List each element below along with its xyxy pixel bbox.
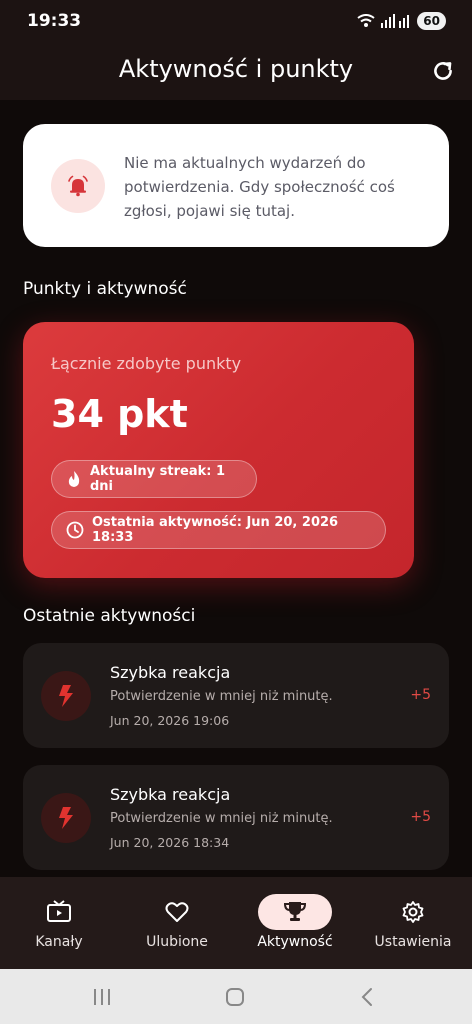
back-icon[interactable]	[360, 987, 374, 1007]
activity-item[interactable]: Szybka reakcja Potwierdzenie w mniej niż…	[23, 643, 449, 748]
streak-pill: Aktualny streak: 1 dni	[51, 460, 257, 498]
bell-icon	[68, 175, 88, 197]
no-events-card: Nie ma aktualnych wydarzeń do potwierdze…	[23, 124, 449, 247]
lightning-icon	[59, 807, 73, 829]
battery-indicator: 60	[417, 12, 446, 30]
last-activity-pill: Ostatnia aktywność: Jun 20, 2026 18:33	[51, 511, 386, 549]
activity-points: +5	[410, 687, 431, 703]
recent-apps-icon[interactable]	[92, 988, 112, 1006]
gear-icon	[402, 901, 424, 923]
nav-item-channels[interactable]: Kanały	[0, 877, 118, 969]
nav-label-settings: Ustawienia	[374, 934, 452, 950]
tv-icon	[47, 900, 71, 922]
last-activity-text: Ostatnia aktywność: Jun 20, 2026 18:33	[92, 515, 339, 545]
home-icon[interactable]	[225, 987, 245, 1007]
activity-title: Szybka reakcja	[110, 785, 231, 804]
nav-label-favorites: Ulubione	[146, 934, 208, 950]
status-time: 19:33	[27, 11, 82, 31]
activity-points: +5	[410, 809, 431, 825]
trophy-icon	[283, 902, 307, 921]
activity-description: Potwierdzenie w mniej niż minutę.	[110, 811, 333, 826]
status-bar: 19:33 60	[0, 0, 472, 44]
heart-icon	[165, 902, 189, 922]
nav-item-favorites[interactable]: Ulubione	[118, 877, 236, 969]
bell-badge	[51, 159, 105, 213]
no-events-text: Nie ma aktualnych wydarzeń do potwierdze…	[124, 154, 395, 220]
activity-date: Jun 20, 2026 18:34	[110, 835, 230, 850]
wifi-icon	[357, 14, 375, 27]
refresh-icon[interactable]	[430, 58, 456, 84]
flame-icon	[68, 471, 80, 487]
activity-title: Szybka reakcja	[110, 663, 231, 682]
nav-item-settings[interactable]: Ustawienia	[354, 877, 472, 969]
nav-label-channels: Kanały	[35, 934, 83, 950]
nav-item-activity[interactable]: Aktywność	[236, 877, 354, 969]
signal-icon	[381, 14, 410, 28]
activity-badge	[41, 671, 91, 721]
app-header: Aktywność i punkty	[0, 44, 472, 100]
points-section-title: Punkty i aktywność	[23, 279, 187, 299]
status-icons: 60	[357, 12, 446, 30]
total-points-value: 34 pkt	[51, 392, 188, 436]
activity-description: Potwierdzenie w mniej niż minutę.	[110, 689, 333, 704]
nav-label-activity: Aktywność	[257, 934, 333, 950]
activity-item[interactable]: Szybka reakcja Potwierdzenie w mniej niż…	[23, 765, 449, 870]
bottom-nav: Kanały Ulubione Aktywność Ustawienia	[0, 877, 472, 969]
recent-section-title: Ostatnie aktywności	[23, 606, 196, 626]
system-nav-bar	[0, 969, 472, 1024]
clock-icon	[66, 521, 84, 539]
streak-text: Aktualny streak: 1 dni	[90, 464, 226, 494]
activity-date: Jun 20, 2026 19:06	[110, 713, 230, 728]
lightning-icon	[59, 685, 73, 707]
activity-badge	[41, 793, 91, 843]
total-points-label: Łącznie zdobyte punkty	[51, 354, 242, 373]
page-title: Aktywność i punkty	[118, 55, 354, 83]
points-card: Łącznie zdobyte punkty 34 pkt Aktualny s…	[23, 322, 414, 578]
